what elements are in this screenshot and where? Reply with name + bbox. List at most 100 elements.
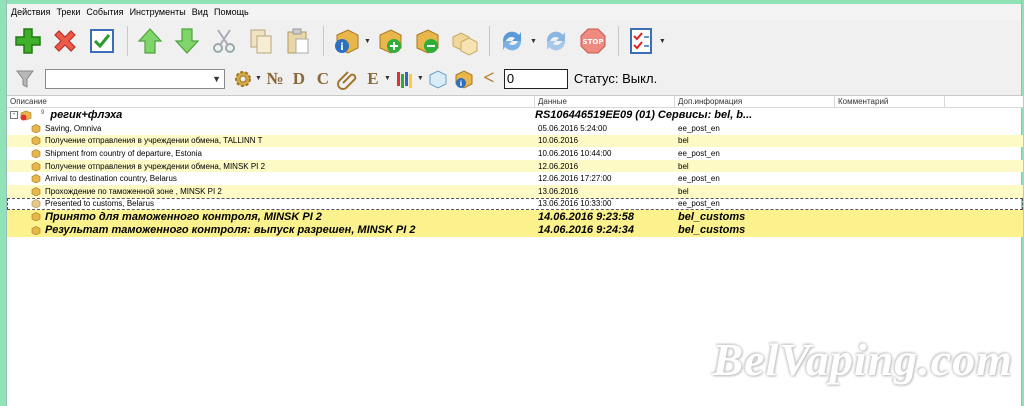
track-package-icon xyxy=(20,110,32,120)
dropdown-arrow-icon[interactable]: ▼ xyxy=(659,38,666,45)
column-data[interactable]: Данные xyxy=(535,96,675,107)
copy-button[interactable] xyxy=(244,24,278,58)
event-row[interactable]: Saving, Omniva 05.06.2016 5:24:00 ee_pos… xyxy=(7,122,1023,135)
track-services: 09 (01) Сервисы: bel, b... xyxy=(620,109,753,121)
event-source: ee_post_en xyxy=(678,148,720,158)
event-date: 13.06.2016 xyxy=(538,186,579,196)
gear-icon xyxy=(235,70,251,87)
event-description: Presented to customs, Belarus xyxy=(45,199,154,209)
dropdown-arrow-icon[interactable]: ▼ xyxy=(417,75,424,82)
menu-events[interactable]: События xyxy=(86,7,123,17)
remove-package-icon xyxy=(416,29,439,54)
package-info-button[interactable]: i xyxy=(329,24,363,58)
svg-text:i: i xyxy=(460,80,462,88)
event-row-selected[interactable]: Presented to customs, Belarus 13.06.2016… xyxy=(7,197,1023,211)
paperclip-icon xyxy=(336,70,357,90)
event-row[interactable]: Arrival to destination country, Belarus … xyxy=(7,172,1023,185)
dropdown-arrow-icon[interactable]: ▼ xyxy=(255,75,262,82)
menu-tracks[interactable]: Треки xyxy=(56,7,80,17)
remove-package-button[interactable] xyxy=(410,24,444,58)
sort-e-button[interactable]: E xyxy=(362,69,384,89)
package-icon xyxy=(31,161,41,171)
event-description: Прохождение по таможенной зоне , MINSK P… xyxy=(45,186,222,196)
cut-icon xyxy=(213,29,235,53)
column-description[interactable]: Описание xyxy=(7,96,535,107)
event-row-new[interactable]: Принято для таможенного контроля, MINSK … xyxy=(7,210,1023,224)
package-icon xyxy=(31,123,41,133)
dropdown-arrow-icon[interactable]: ▼ xyxy=(530,38,537,45)
event-description: Saving, Omniva xyxy=(45,123,102,133)
package-icon xyxy=(31,226,41,235)
flags-icon xyxy=(396,71,412,88)
box-info-button[interactable]: i xyxy=(452,67,476,91)
filter-toolbar: ▼ ▼ № D C E ▼ ▼ i < 0 Статус: Выкл. xyxy=(7,62,1021,96)
watermark-logo: BelVaping.com xyxy=(712,334,1013,385)
track-name: регик+флэха xyxy=(50,109,123,121)
event-row-new[interactable]: Результат таможенного контроля: выпуск р… xyxy=(7,223,1023,238)
arrow-up-icon xyxy=(137,28,163,54)
add-package-button[interactable] xyxy=(373,24,407,58)
package-icon xyxy=(31,174,41,184)
add-icon xyxy=(15,28,41,54)
packages-button[interactable] xyxy=(447,24,481,58)
dropdown-arrow-icon[interactable]: ▼ xyxy=(384,75,391,82)
filter-combo[interactable]: ▼ xyxy=(45,68,225,89)
confirm-button[interactable] xyxy=(85,24,119,58)
move-down-button[interactable] xyxy=(170,24,204,58)
checklist-button[interactable] xyxy=(624,24,658,58)
filter-button[interactable] xyxy=(13,67,37,91)
event-date: 10.06.2016 xyxy=(538,136,579,146)
move-up-button[interactable] xyxy=(133,24,167,58)
refresh-all-button[interactable] xyxy=(539,24,573,58)
chevron-down-icon[interactable]: ▼ xyxy=(212,74,221,84)
menu-view[interactable]: Вид xyxy=(192,7,208,17)
package-icon xyxy=(31,186,41,196)
package-icon xyxy=(31,149,41,158)
menu-tools[interactable]: Инструменты xyxy=(130,7,186,17)
delete-button[interactable] xyxy=(48,24,82,58)
refresh-icon xyxy=(502,31,521,51)
toolbar-separator xyxy=(323,26,324,56)
event-description: Результат таможенного контроля: выпуск р… xyxy=(45,224,416,237)
event-date: 12.06.2016 17:27:00 xyxy=(538,174,612,184)
stop-button[interactable]: STOP xyxy=(576,24,610,58)
settings-button[interactable] xyxy=(231,67,255,91)
attach-button[interactable] xyxy=(336,67,360,91)
column-comment[interactable]: Комментарий xyxy=(835,96,945,107)
event-source: bel xyxy=(678,161,689,171)
delete-icon xyxy=(54,30,76,52)
sort-date-button[interactable]: D xyxy=(288,69,310,89)
add-button[interactable] xyxy=(11,24,45,58)
collapse-toggle[interactable]: - xyxy=(10,111,18,119)
track-row-parent[interactable]: - 9 регик+флэха RS106446519EE 09 (01) Се… xyxy=(7,108,1023,122)
days-input[interactable]: 0 xyxy=(503,68,568,89)
dropdown-arrow-icon[interactable]: ▼ xyxy=(364,38,371,45)
toolbar-separator xyxy=(617,26,619,56)
box-button[interactable] xyxy=(426,67,450,91)
status-text: Статус: Выкл. xyxy=(573,71,658,86)
event-row[interactable]: Получение отправления в учреждении обмен… xyxy=(7,159,1023,173)
checklist-icon xyxy=(629,28,652,54)
packages-icon xyxy=(452,32,478,56)
refresh-button[interactable] xyxy=(495,24,529,58)
event-description: Arrival to destination country, Belarus xyxy=(45,174,177,184)
event-source: bel_customs xyxy=(678,224,746,237)
info-package-icon: i xyxy=(335,29,359,54)
paste-button[interactable] xyxy=(281,24,315,58)
event-date: 12.06.2016 xyxy=(538,161,579,171)
add-package-icon xyxy=(379,29,402,54)
package-icon xyxy=(31,199,41,209)
main-toolbar: i ▼ ▼ STOP ▼ xyxy=(7,20,1021,62)
cut-button[interactable] xyxy=(207,24,241,58)
sort-comment-button[interactable]: C xyxy=(312,69,334,89)
sort-number-button[interactable]: № xyxy=(264,69,286,89)
package-icon xyxy=(31,212,41,222)
flags-button[interactable] xyxy=(393,67,417,91)
event-row[interactable]: Прохождение по таможенной зоне , MINSK P… xyxy=(7,184,1023,198)
column-extra-info[interactable]: Доп.информация xyxy=(675,96,835,107)
menu-actions[interactable]: Действия xyxy=(11,7,50,17)
event-row[interactable]: Shipment from country of departure, Esto… xyxy=(7,147,1023,160)
event-date: 14.06.2016 9:24:34 xyxy=(538,224,635,237)
event-row[interactable]: Получение отправления в учреждении обмен… xyxy=(7,134,1023,148)
menu-help[interactable]: Помощь xyxy=(214,7,249,17)
